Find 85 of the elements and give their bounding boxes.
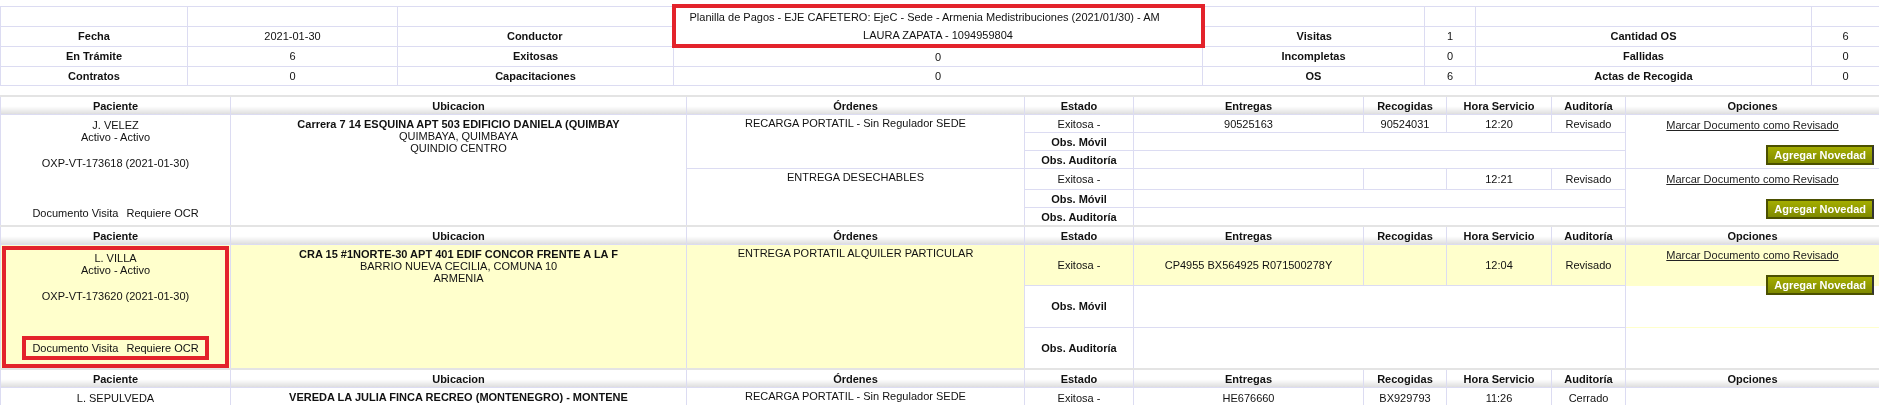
column-header: Entregas [1133,226,1364,245]
table-cell: 90525163 [1133,114,1364,133]
column-header: Opciones [1625,96,1879,115]
column-header: Estado [1024,226,1134,245]
table-cell: 90524031 [1363,114,1447,133]
table-cell: CP4955 BX564925 R071500278Y [1133,244,1364,286]
observation-label: Obs. Auditoría [1024,327,1134,369]
patient-name: L. VILLA [93,252,138,264]
summary-value: 6 [187,46,398,67]
mark-reviewed-link[interactable]: Marcar Documento como Revisado [1666,249,1839,261]
summary-value: 6 [1424,66,1476,86]
address-line: Carrera 7 14 ESQUINA APT 503 EDIFICIO DANIELA (QUIMBAY [296,118,621,130]
summary-value: 0 [673,46,1203,67]
column-header: Hora Servicio [1446,226,1552,245]
patient-status: Activo - Activo [79,131,152,143]
summary-value: 1 [1424,26,1476,46]
table-cell: 12:20 [1446,114,1552,133]
column-header: Recogidas [1363,369,1447,388]
document-label: Requiere OCR [126,207,199,219]
observation-label: Obs. Móvil [1024,285,1134,328]
column-header: Órdenes [686,226,1025,245]
column-header: Órdenes [686,369,1025,388]
column-header: Auditoría [1551,96,1626,115]
column-header: Hora Servicio [1446,369,1552,388]
column-header: Entregas [1133,96,1364,115]
summary-label: OS [1202,66,1425,86]
order-name: ENTREGA PORTATIL ALQUILER PARTICULAR [686,244,1025,369]
table-cell: Revisado [1551,244,1626,286]
document-label: Documento Visita [32,342,119,354]
summary-value: 0 [1424,46,1476,67]
summary-value: 0 [187,66,398,86]
report-title: Planilla de Pagos - EJE CAFETERO: EjeC - Sede - Armenia Medistribuciones (2021/01/30) - AM [673,6,1203,26]
column-header: Estado [1024,369,1134,388]
column-header: Ubicacion [230,226,687,245]
status-cell: Exitosa - [1024,114,1134,133]
column-header: Entregas [1133,369,1364,388]
status-cell: Exitosa - [1024,168,1134,190]
column-header: Recogidas [1363,226,1447,245]
column-header: Paciente [0,369,231,388]
summary-label: En Trámite [0,46,188,67]
visit-code: OXP-VT-173620 (2021-01-30) [40,290,191,302]
column-header: Estado [1024,96,1134,115]
patient-status: Activo - Activo [79,264,152,276]
column-header: Ubicacion [230,96,687,115]
summary-label: Contratos [0,66,188,86]
patient-name: L. SEPULVEDA [75,392,156,404]
order-name: RECARGA PORTATIL - Sin Regulador SEDE [686,114,1025,169]
address-line: QUINDIO CENTRO [409,142,508,154]
mark-reviewed-link[interactable]: Marcar Documento como Revisado [1666,173,1839,185]
summary-label: Incompletas [1202,46,1425,67]
mark-reviewed-link[interactable]: Marcar Documento como Revisado [1666,119,1839,131]
summary-value: 2021-01-30 [187,26,398,46]
summary-label: Fallidas [1475,46,1812,67]
address-line: QUIMBAYA, QUIMBAYA [398,130,519,142]
summary-label: Cantidad OS [1475,26,1812,46]
summary-label: Visitas [1202,26,1425,46]
summary-label: Actas de Recogida [1475,66,1812,86]
address-line: VEREDA LA JULIA FINCA RECREO (MONTENEGRO) - MONTENE [288,391,629,403]
document-label: Documento Visita [32,207,119,219]
column-header: Ubicacion [230,369,687,388]
visit-code: OXP-VT-173618 (2021-01-30) [40,157,191,169]
address-line: BARRIO NUEVA CECILIA, COMUNA 10 [358,260,559,272]
summary-label: Capacitaciones [397,66,674,86]
address-line: CRA 15 #1NORTE-30 APT 401 EDIF CONCOR FRENTE A LA F [298,248,619,260]
table-cell: Revisado [1551,168,1626,190]
address-line: ARMENIA [432,272,485,284]
table-cell: 12:21 [1446,168,1552,190]
status-cell: Exitosa - [1024,244,1134,286]
column-header: Paciente [0,226,231,245]
column-header: Recogidas [1363,96,1447,115]
column-header: Auditoría [1551,226,1626,245]
column-header: Opciones [1625,226,1879,245]
column-header: Opciones [1625,369,1879,388]
column-header: Órdenes [686,96,1025,115]
column-header: Paciente [0,96,231,115]
patient-name: J. VELEZ [91,119,140,131]
summary-label: Fecha [0,26,188,46]
column-header: Auditoría [1551,369,1626,388]
document-label: Requiere OCR [126,342,199,354]
summary-value: LAURA ZAPATA - 1094959804 [673,26,1203,46]
summary-value: 0 [673,66,1203,86]
summary-label: Exitosas [397,46,674,67]
table-cell: Revisado [1551,114,1626,133]
column-header: Hora Servicio [1446,96,1552,115]
table-cell: 12:04 [1446,244,1552,286]
